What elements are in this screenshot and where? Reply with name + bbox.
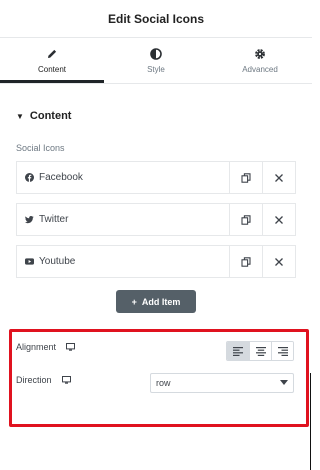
caret-down-icon: ▼ bbox=[16, 111, 24, 121]
align-center-icon bbox=[255, 346, 266, 356]
social-icons-repeater: Facebook Twitter Youtube bbox=[16, 161, 296, 278]
repeater-item: Twitter bbox=[16, 203, 296, 236]
chevron-down-icon bbox=[280, 380, 288, 385]
scrollbar[interactable] bbox=[310, 373, 311, 470]
tab-content[interactable]: Content bbox=[0, 38, 104, 83]
repeater-item: Facebook bbox=[16, 161, 296, 194]
repeater-item: Youtube bbox=[16, 245, 296, 278]
content-section-toggle[interactable]: ▼ Content bbox=[16, 110, 312, 122]
social-icons-label: Social Icons bbox=[16, 143, 65, 153]
direction-control: Direction row bbox=[16, 373, 294, 393]
duplicate-button[interactable] bbox=[229, 204, 262, 235]
remove-button[interactable] bbox=[262, 204, 295, 235]
tab-advanced-label: Advanced bbox=[242, 64, 278, 74]
desktop-icon[interactable] bbox=[61, 376, 71, 384]
copy-icon bbox=[241, 172, 251, 183]
direction-select[interactable]: row bbox=[150, 373, 294, 393]
pencil-icon bbox=[48, 49, 57, 58]
gear-icon bbox=[255, 48, 265, 59]
tab-bar: Content Style Advanced bbox=[0, 38, 312, 84]
half-circle-icon bbox=[150, 47, 162, 60]
tab-content-label: Content bbox=[37, 64, 67, 74]
add-item-button[interactable]: + Add Item bbox=[116, 290, 196, 313]
alignment-button-group bbox=[226, 341, 294, 361]
close-icon bbox=[275, 257, 283, 266]
align-right-button[interactable] bbox=[271, 342, 293, 360]
repeater-item-label: Facebook bbox=[39, 172, 83, 183]
repeater-item-label: Twitter bbox=[39, 214, 69, 225]
direction-select-value: row bbox=[156, 378, 171, 388]
alignment-control: Alignment bbox=[16, 341, 294, 361]
duplicate-button[interactable] bbox=[229, 162, 262, 193]
duplicate-button[interactable] bbox=[229, 246, 262, 277]
add-item-label: Add Item bbox=[141, 296, 181, 307]
panel-header: Edit Social Icons bbox=[0, 0, 312, 38]
repeater-item-title[interactable]: Facebook bbox=[17, 162, 229, 193]
facebook-icon bbox=[25, 173, 34, 182]
tab-style[interactable]: Style bbox=[104, 38, 208, 83]
align-left-button[interactable] bbox=[227, 342, 249, 360]
align-right-icon bbox=[277, 346, 288, 356]
youtube-icon bbox=[25, 258, 34, 265]
repeater-item-title[interactable]: Twitter bbox=[17, 204, 229, 235]
direction-label: Direction bbox=[16, 375, 52, 385]
remove-button[interactable] bbox=[262, 246, 295, 277]
tab-advanced[interactable]: Advanced bbox=[208, 38, 312, 83]
content-section-title: Content bbox=[29, 110, 72, 122]
tab-style-label: Style bbox=[147, 64, 165, 74]
panel-title: Edit Social Icons bbox=[107, 11, 205, 26]
copy-icon bbox=[241, 256, 251, 267]
desktop-icon[interactable] bbox=[66, 343, 76, 351]
add-item-wrapper: + Add Item bbox=[0, 290, 312, 313]
alignment-label: Alignment bbox=[16, 342, 57, 352]
remove-button[interactable] bbox=[262, 162, 295, 193]
twitter-icon bbox=[25, 215, 34, 224]
close-icon bbox=[275, 173, 283, 182]
close-icon bbox=[275, 215, 283, 224]
align-center-button[interactable] bbox=[249, 342, 271, 360]
plus-icon: + bbox=[131, 296, 137, 307]
copy-icon bbox=[241, 214, 251, 225]
repeater-item-title[interactable]: Youtube bbox=[17, 246, 229, 277]
repeater-item-label: Youtube bbox=[39, 256, 76, 267]
align-left-icon bbox=[233, 346, 243, 356]
